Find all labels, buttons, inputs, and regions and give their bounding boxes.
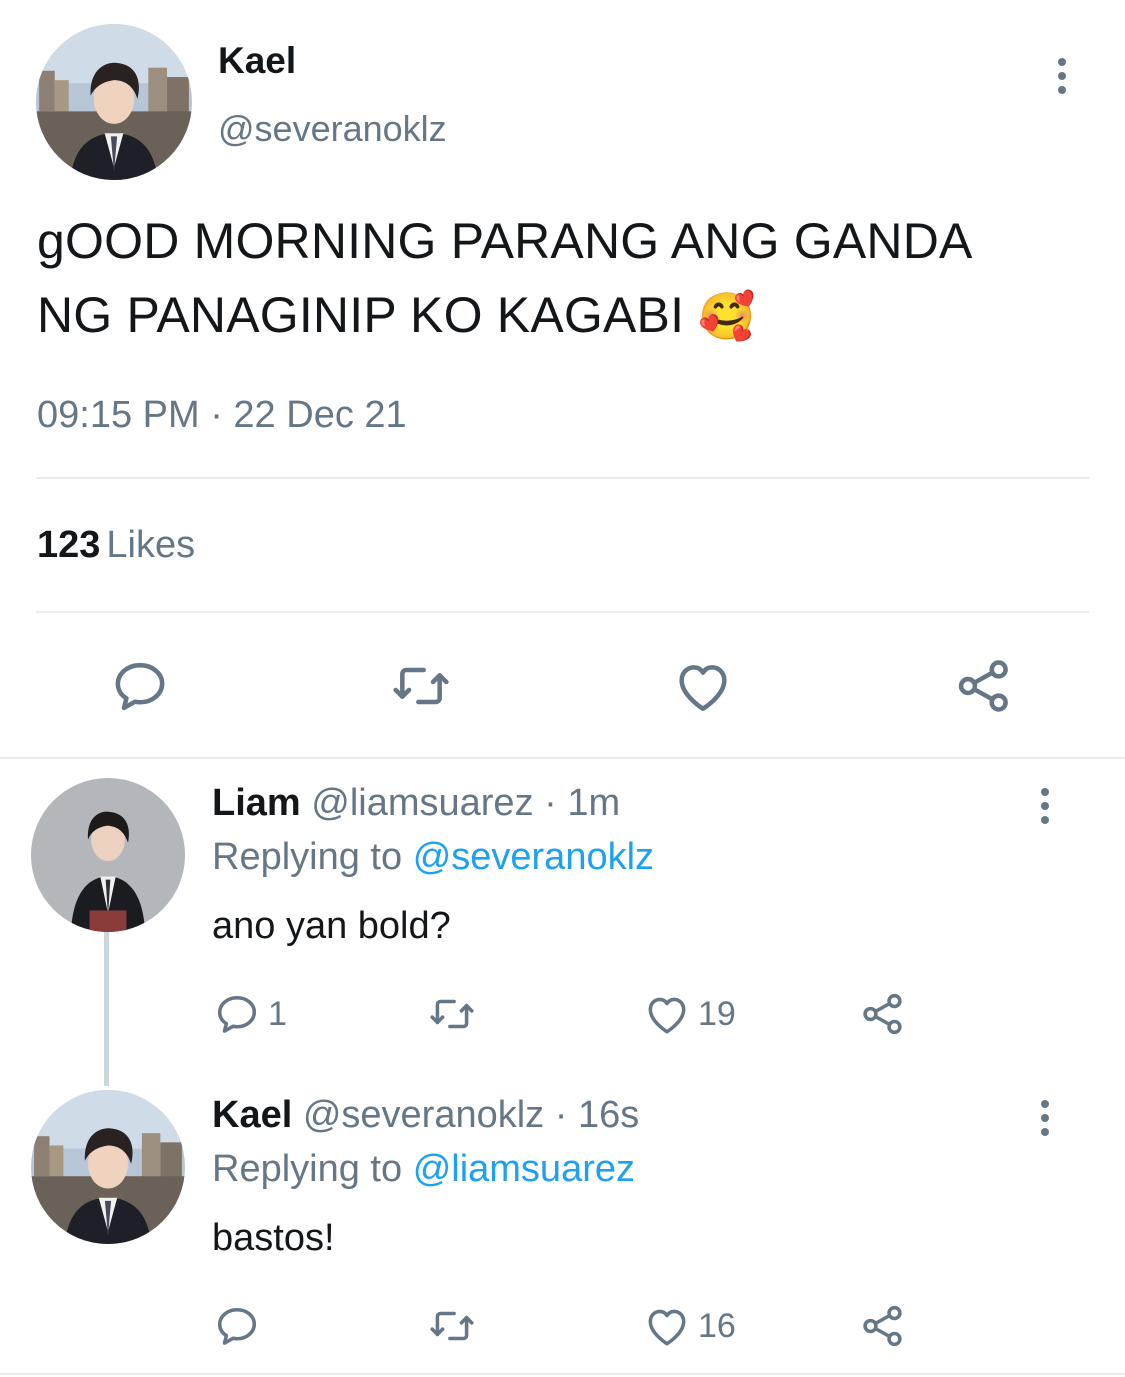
smiling-hearts-emoji: 🥰	[698, 289, 756, 343]
tweet-text: gOOD MORNING PARANG ANG GANDA NG PANAGIN…	[37, 204, 1097, 353]
author-avatar[interactable]	[36, 24, 192, 180]
retweet-button[interactable]	[427, 1300, 483, 1352]
retweet-icon	[427, 989, 477, 1039]
reply-header: Liam @liamsuarez · 1m	[212, 782, 620, 825]
reply-author-handle[interactable]: @severanoklz	[303, 1094, 544, 1136]
more-vertical-icon[interactable]	[1030, 782, 1060, 830]
separator: ·	[554, 1094, 568, 1136]
more-vertical-icon[interactable]	[1040, 52, 1084, 100]
divider	[36, 611, 1089, 613]
separator: ·	[544, 782, 557, 824]
divider	[0, 757, 1125, 759]
replying-to-handle[interactable]: @severanoklz	[413, 836, 654, 878]
share-button[interactable]	[952, 654, 1016, 718]
like-button[interactable]: 19	[642, 988, 736, 1040]
reply-avatar[interactable]	[31, 1090, 185, 1244]
heart-icon	[642, 1301, 692, 1351]
reply-author-name[interactable]: Kael	[212, 1094, 292, 1136]
share-icon	[858, 989, 908, 1039]
like-count: 16	[698, 1306, 736, 1345]
replying-to: Replying to @liamsuarez	[212, 1148, 635, 1191]
retweet-icon	[389, 654, 453, 718]
replying-prefix: Replying to	[212, 836, 403, 878]
retweet-icon	[427, 1301, 477, 1351]
reply-icon	[212, 1301, 262, 1351]
reply-time[interactable]: 1m	[567, 782, 620, 824]
reply-count: 1	[268, 994, 287, 1033]
likes-label: Likes	[106, 524, 196, 566]
replying-to: Replying to @severanoklz	[212, 836, 654, 879]
reply-author-handle[interactable]: @liamsuarez	[311, 782, 533, 824]
reply-button[interactable]	[108, 654, 172, 718]
replying-prefix: Replying to	[212, 1148, 403, 1190]
share-button[interactable]	[858, 1300, 908, 1352]
thread-connector	[104, 930, 109, 1086]
reply-text: ano yan bold?	[212, 905, 451, 947]
heart-icon	[642, 989, 692, 1039]
divider	[36, 477, 1089, 479]
reply-avatar[interactable]	[31, 778, 185, 932]
like-count: 19	[698, 994, 736, 1033]
likes-count: 123	[37, 524, 101, 566]
reply-button[interactable]: 1	[212, 988, 287, 1040]
reply-author-name[interactable]: Liam	[212, 782, 301, 824]
likes-summary[interactable]: 123 Likes	[37, 524, 195, 567]
like-button[interactable]	[671, 654, 735, 718]
retweet-button[interactable]	[427, 988, 483, 1040]
tweet-text-line: gOOD MORNING PARANG ANG GANDA	[37, 213, 973, 269]
share-icon	[858, 1301, 908, 1351]
tweet-text-line: NG PANAGINIP KO KAGABI 🥰	[37, 278, 1097, 353]
tweet-text-line-content: NG PANAGINIP KO KAGABI	[37, 287, 685, 343]
heart-icon	[671, 654, 735, 718]
reply-icon	[108, 654, 172, 718]
more-vertical-icon[interactable]	[1030, 1094, 1060, 1142]
author-name[interactable]: Kael	[218, 40, 296, 82]
replying-to-handle[interactable]: @liamsuarez	[413, 1148, 635, 1190]
reply-header: Kael @severanoklz · 16s	[212, 1094, 639, 1137]
divider	[0, 1373, 1125, 1375]
reply-icon	[212, 989, 262, 1039]
share-icon	[952, 654, 1016, 718]
reply-text: bastos!	[212, 1217, 335, 1259]
like-button[interactable]: 16	[642, 1300, 736, 1352]
share-button[interactable]	[858, 988, 908, 1040]
retweet-button[interactable]	[389, 654, 453, 718]
reply-button[interactable]	[212, 1300, 268, 1352]
tweet-timestamp[interactable]: 09:15 PM · 22 Dec 21	[37, 394, 407, 437]
author-handle[interactable]: @severanoklz	[218, 108, 447, 150]
reply-time[interactable]: 16s	[578, 1094, 639, 1136]
